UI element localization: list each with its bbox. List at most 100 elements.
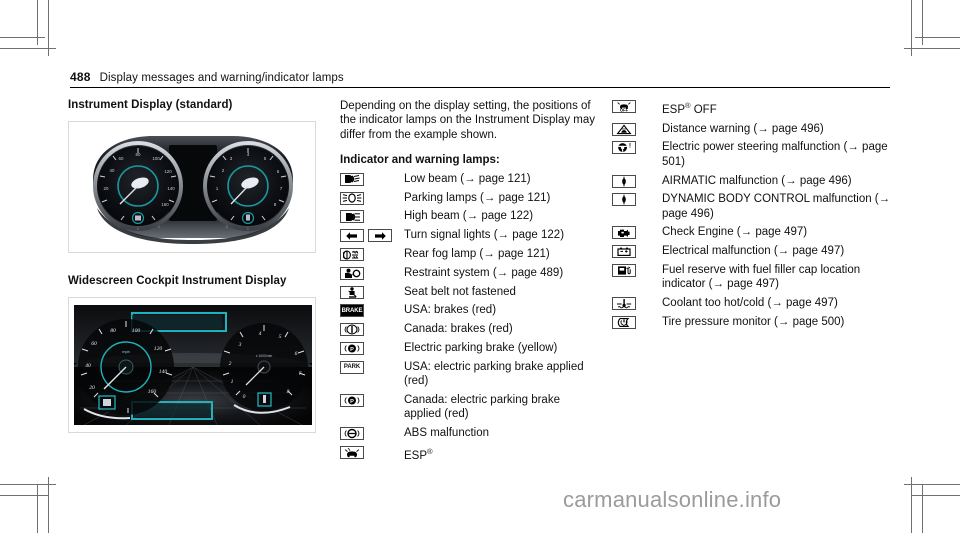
lamp-icon-group <box>612 244 662 259</box>
svg-text:160: 160 <box>161 202 169 207</box>
lamp-icon-group <box>340 266 404 280</box>
svg-text:60: 60 <box>119 156 124 161</box>
svg-text:7: 7 <box>280 186 283 191</box>
lamp-label: Rear fog lamp (→ page 121) <box>404 248 550 261</box>
list-item: P Canada: electric parking brake applied… <box>340 393 598 422</box>
svg-text:8: 8 <box>287 389 290 395</box>
lamp-icon-group <box>340 322 404 337</box>
svg-text:140: 140 <box>167 186 175 191</box>
abs-icon <box>340 427 364 441</box>
high-beam-icon <box>340 210 364 224</box>
instrument-cluster-standard-art: 40 20 60 80 100 120 140 160 1 1 2 1 3 4 … <box>75 128 311 246</box>
header-divider <box>70 87 890 88</box>
lamp-label: ESP® <box>404 445 598 463</box>
svg-text:mph: mph <box>122 349 130 354</box>
list-item: Turn signal lights (→ page 122) <box>340 228 598 243</box>
lamp-label: Electric power steering malfunction (→ p… <box>662 141 888 168</box>
lamp-label: DYNAMIC BODY CONTROL malfunction (→ page… <box>662 193 891 220</box>
svg-text:x 1000/min: x 1000/min <box>256 354 273 358</box>
lamp-label: USA: brakes (red) <box>404 304 497 317</box>
page-header: 488 Display messages and warning/indicat… <box>70 70 890 88</box>
list-item: High beam (→ page 122) <box>340 209 598 224</box>
watermark: carmanualsonline.info <box>563 487 782 512</box>
esp-off-icon: OFF <box>612 100 636 113</box>
right-column: OFF ESP® OFF Distance warning (→ page 49… <box>612 99 892 334</box>
svg-text:2: 2 <box>229 361 232 367</box>
fuel-reserve-icon <box>612 264 636 277</box>
electrical-malfunction-icon <box>612 245 636 259</box>
lamp-icon-group <box>612 315 662 329</box>
list-item: Distance warning (→ page 496) <box>612 122 892 136</box>
list-item: Rear fog lamp (→ page 121) <box>340 247 598 262</box>
electric-parking-brake-icon: P <box>340 342 364 356</box>
widescreen-cluster-art: 60 80 100 40 20 0 120 140 160 mph <box>73 305 313 426</box>
lamp-icon-group: BRAKE <box>340 303 404 318</box>
lamp-icon-group <box>612 192 662 207</box>
svg-text:6: 6 <box>295 351 298 357</box>
list-item: ABS malfunction <box>340 426 598 441</box>
crop-mark-top-left <box>0 0 60 60</box>
svg-text:7: 7 <box>299 371 302 377</box>
lamp-icon-group <box>340 228 404 243</box>
lamp-icon-group <box>612 225 662 240</box>
esp-icon <box>340 445 364 459</box>
lamp-label: AIRMATIC malfunction (→ page 496) <box>662 174 852 187</box>
lamps-heading: Indicator and warning lamps: <box>340 153 500 166</box>
lamp-icon-group: ! <box>612 140 662 155</box>
svg-text:1: 1 <box>137 227 139 231</box>
power-steering-icon: ! <box>612 141 636 155</box>
lamp-label: USA: electric parking brake applied (red… <box>404 360 584 388</box>
svg-text:100: 100 <box>152 156 160 161</box>
crop-mark-top-right <box>880 0 960 60</box>
lamp-label: Low beam (→ page 121) <box>404 172 531 185</box>
svg-text:8: 8 <box>274 202 277 207</box>
seat-belt-icon <box>340 285 364 299</box>
lamp-icon-group <box>612 122 662 136</box>
lamp-icon-group <box>340 191 404 205</box>
lamp-icon-group <box>340 426 404 441</box>
lamp-label: Electrical malfunction (→ page 497) <box>662 245 845 258</box>
esp-base: ESP <box>404 449 428 462</box>
list-item: BRAKE USA: brakes (red) <box>340 303 598 318</box>
list-item: Check Engine (→ page 497) <box>612 225 892 240</box>
page-number: 488 <box>70 70 91 84</box>
svg-text:!: ! <box>629 144 631 150</box>
svg-text:20: 20 <box>104 186 109 191</box>
list-item: PARK USA: electric parking brake applied… <box>340 360 598 389</box>
lamp-icon-group <box>612 263 662 277</box>
indicator-lamp-list-right: OFF ESP® OFF Distance warning (→ page 49… <box>612 99 892 329</box>
list-item: Tire pressure monitor (→ page 500) <box>612 315 892 329</box>
list-item: AIRMATIC malfunction (→ page 496) <box>612 174 892 188</box>
lamp-icon-group <box>612 296 662 311</box>
list-item: Fuel reserve with fuel filler cap locati… <box>612 263 892 292</box>
lamp-icon-group: PARK <box>340 360 404 374</box>
svg-text:120: 120 <box>164 169 172 174</box>
lamp-icon-group: OFF <box>612 99 662 113</box>
rear-fog-lamp-icon <box>340 248 364 262</box>
low-beam-icon <box>340 172 364 186</box>
header-title: Display messages and warning/indicator l… <box>99 72 344 84</box>
distance-warning-icon <box>612 122 636 136</box>
svg-text:2: 2 <box>222 168 225 173</box>
svg-text:0: 0 <box>243 394 246 400</box>
list-item: Coolant too hot/cold (→ page 497) <box>612 296 892 311</box>
section-heading-widescreen-cockpit: Widescreen Cockpit Instrument Display <box>68 275 287 287</box>
lamp-icon-group <box>340 247 404 262</box>
indicator-lamp-list: Low beam (→ page 121) Parking lamps (→ p… <box>340 172 598 463</box>
coolant-temp-icon <box>612 297 636 311</box>
crop-mark-bottom-right <box>880 473 960 533</box>
svg-text:80: 80 <box>110 328 116 334</box>
intro-paragraph: Depending on the display setting, the po… <box>340 100 596 141</box>
svg-text:140: 140 <box>159 369 168 375</box>
crop-mark-bottom-left <box>0 473 60 533</box>
list-item: Canada: brakes (red) <box>340 322 598 337</box>
esp-off-base: ESP <box>662 103 686 116</box>
lamp-icon-group <box>340 172 404 186</box>
lamp-icon-group <box>340 445 404 459</box>
lamp-icon-group <box>612 174 662 188</box>
lamp-label: ABS malfunction <box>404 427 490 440</box>
list-item: Parking lamps (→ page 121) <box>340 191 598 205</box>
check-engine-icon <box>612 226 636 240</box>
middle-column: Depending on the display setting, the po… <box>340 99 598 467</box>
figure-spacer <box>68 253 318 275</box>
